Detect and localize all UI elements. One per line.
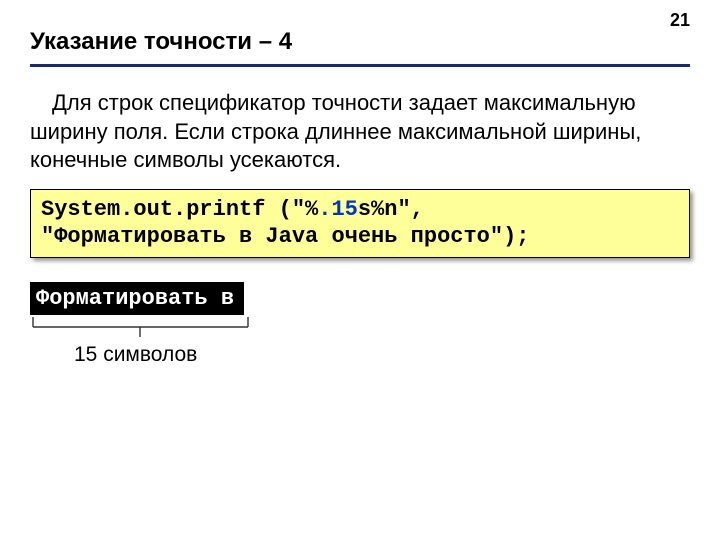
code-precision: .15 — [318, 197, 358, 222]
code-example: System.out.printf ("%.15s%n", "Форматиро… — [30, 189, 690, 258]
bracket-caption: 15 символов — [74, 343, 690, 367]
title-rule — [30, 64, 690, 67]
slide-title: Указание точности – 4 — [30, 28, 690, 56]
output-block: Форматировать в — [30, 282, 244, 315]
code-segment: "Форматировать в Java очень просто"); — [41, 224, 529, 249]
width-bracket — [30, 317, 690, 341]
code-segment: System.out.printf ("% — [41, 197, 318, 222]
body-text: Для строк спецификатор точности задает м… — [30, 89, 690, 175]
page-number: 21 — [670, 10, 690, 31]
code-segment: s%n", — [358, 197, 424, 222]
bracket-icon — [30, 317, 260, 341]
